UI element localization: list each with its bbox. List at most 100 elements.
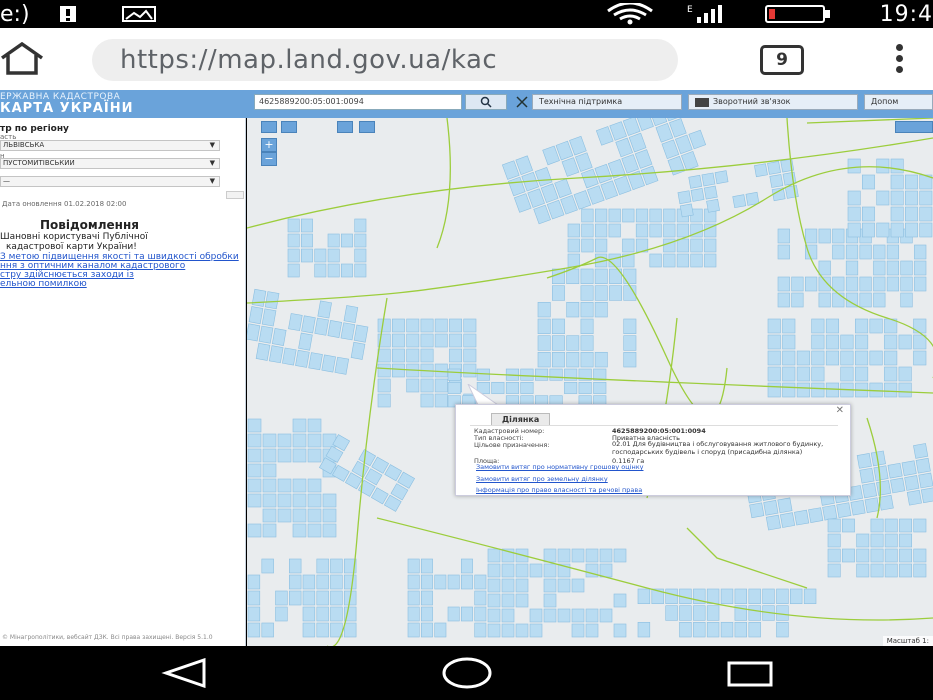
land-parcel[interactable] (679, 203, 694, 218)
land-parcel[interactable] (886, 260, 899, 276)
land-parcel[interactable] (571, 578, 585, 593)
land-parcel[interactable] (890, 158, 904, 174)
land-parcel[interactable] (322, 493, 337, 508)
land-parcel[interactable] (776, 588, 789, 604)
land-parcel[interactable] (825, 334, 840, 350)
land-parcel[interactable] (847, 206, 861, 222)
land-parcel[interactable] (449, 333, 462, 348)
land-parcel[interactable] (292, 448, 307, 463)
land-parcel[interactable] (870, 533, 884, 548)
land-parcel[interactable] (261, 558, 274, 574)
land-parcel[interactable] (900, 260, 913, 276)
land-parcel[interactable] (292, 493, 307, 508)
land-parcel[interactable] (777, 228, 790, 244)
land-parcel[interactable] (434, 393, 448, 408)
land-parcel[interactable] (327, 320, 343, 338)
land-parcel[interactable] (767, 318, 781, 334)
land-parcel[interactable] (314, 317, 329, 336)
land-parcel[interactable] (850, 499, 866, 516)
land-parcel[interactable] (796, 366, 810, 382)
land-parcel[interactable] (567, 223, 580, 238)
land-parcel[interactable] (341, 263, 353, 278)
land-parcel[interactable] (474, 606, 487, 622)
land-parcel[interactable] (845, 276, 859, 292)
land-parcel[interactable] (808, 507, 824, 523)
land-parcel[interactable] (292, 418, 307, 433)
land-parcel[interactable] (551, 318, 565, 334)
land-parcel[interactable] (501, 160, 520, 180)
land-parcel[interactable] (859, 276, 872, 292)
land-parcel[interactable] (827, 533, 841, 548)
land-parcel[interactable] (840, 366, 854, 382)
land-parcel[interactable] (354, 248, 367, 263)
land-parcel[interactable] (765, 514, 781, 531)
land-parcel[interactable] (447, 606, 460, 622)
land-parcel[interactable] (501, 608, 515, 623)
land-parcel[interactable] (287, 218, 300, 233)
land-parcel[interactable] (264, 291, 280, 310)
land-parcel[interactable] (282, 347, 297, 366)
land-parcel[interactable] (920, 487, 933, 504)
land-parcel[interactable] (406, 318, 420, 333)
land-parcel[interactable] (884, 382, 898, 398)
land-parcel[interactable] (854, 334, 869, 350)
land-parcel[interactable] (914, 260, 927, 276)
land-parcel[interactable] (343, 305, 359, 324)
land-parcel[interactable] (594, 302, 608, 318)
land-parcel[interactable] (878, 494, 894, 511)
land-parcel[interactable] (407, 574, 420, 590)
land-parcel[interactable] (407, 558, 420, 574)
land-parcel[interactable] (322, 508, 337, 523)
land-parcel[interactable] (594, 208, 608, 223)
land-parcel[interactable] (406, 378, 420, 393)
land-parcel[interactable] (277, 448, 292, 463)
land-parcel[interactable] (847, 158, 861, 174)
land-parcel[interactable] (581, 223, 594, 238)
land-parcel[interactable] (876, 222, 890, 238)
land-parcel[interactable] (261, 622, 274, 638)
land-parcel[interactable] (507, 176, 526, 197)
land-parcel[interactable] (292, 508, 307, 523)
land-parcel[interactable] (706, 588, 720, 604)
land-parcel[interactable] (887, 462, 903, 479)
land-parcel[interactable] (501, 593, 515, 608)
land-parcel[interactable] (688, 174, 703, 189)
land-parcel[interactable] (551, 352, 565, 368)
land-parcel[interactable] (533, 204, 551, 225)
land-parcel[interactable] (377, 378, 391, 393)
land-parcel[interactable] (704, 238, 717, 253)
land-parcel[interactable] (262, 508, 277, 523)
land-parcel[interactable] (277, 493, 292, 508)
land-parcel[interactable] (307, 418, 322, 433)
land-parcel[interactable] (529, 608, 543, 623)
land-parcel[interactable] (856, 548, 870, 563)
land-parcel[interactable] (667, 155, 686, 176)
land-parcel[interactable] (890, 174, 904, 190)
land-parcel[interactable] (557, 548, 571, 563)
land-parcel[interactable] (247, 493, 262, 508)
zoom-in-button[interactable]: + (261, 138, 277, 152)
land-parcel[interactable] (275, 590, 288, 606)
land-parcel[interactable] (288, 590, 302, 606)
land-parcel[interactable] (649, 208, 662, 223)
land-parcel[interactable] (898, 382, 912, 398)
land-parcel[interactable] (543, 593, 557, 608)
land-parcel[interactable] (474, 622, 487, 638)
land-parcel[interactable] (701, 172, 716, 187)
land-parcel[interactable] (609, 121, 627, 141)
land-parcel[interactable] (714, 170, 729, 185)
land-parcel[interactable] (463, 348, 477, 363)
land-parcel[interactable] (623, 335, 637, 351)
land-parcel[interactable] (566, 268, 580, 284)
land-parcel[interactable] (811, 382, 825, 398)
land-parcel[interactable] (569, 135, 587, 156)
land-parcel[interactable] (434, 622, 447, 638)
land-parcel[interactable] (856, 533, 870, 548)
land-parcel[interactable] (608, 223, 621, 238)
land-parcel[interactable] (515, 623, 529, 638)
land-parcel[interactable] (796, 382, 810, 398)
land-parcel[interactable] (421, 606, 433, 622)
land-parcel[interactable] (300, 218, 313, 233)
land-parcel[interactable] (649, 223, 662, 238)
land-parcel[interactable] (534, 166, 553, 187)
